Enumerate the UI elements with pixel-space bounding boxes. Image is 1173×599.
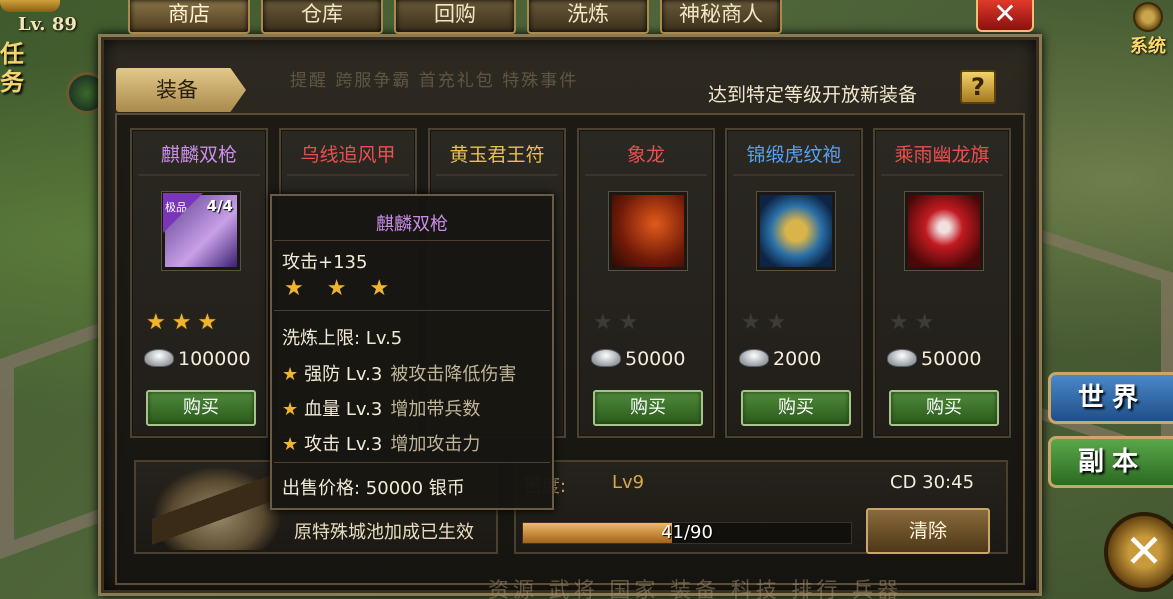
tab-mystery-merchant[interactable]: 神秘商人 [660, 0, 782, 34]
attribute-name: 血量 Lv.3 [304, 399, 383, 420]
star-icon: ★ [282, 399, 299, 420]
buy-button[interactable]: 购买 [741, 390, 851, 426]
item-name: 乘雨幽龙旗 [894, 144, 990, 166]
star-icon: ★ [618, 310, 645, 335]
divider [274, 240, 550, 241]
star-icon: ★ [766, 310, 793, 335]
silver-icon [144, 349, 174, 367]
buy-button[interactable]: 购买 [889, 390, 999, 426]
buy-button[interactable]: 购买 [146, 390, 256, 426]
background-menu-text: 提醒 跨服争霸 首充礼包 特殊事件 [290, 71, 579, 91]
star-rating: ★★ [889, 310, 940, 335]
silver-icon [591, 349, 621, 367]
star-icon: ★ [914, 310, 941, 335]
attribute-effect: 增加带兵数 [390, 399, 481, 420]
tooltip-attribute: ★ 强防 Lv.3 被攻击降低伤害 [282, 360, 516, 386]
item-price: 50000 [887, 348, 1005, 370]
divider [733, 174, 855, 176]
city-icon [152, 466, 282, 550]
buy-button[interactable]: 购买 [593, 390, 703, 426]
horse-icon[interactable] [609, 192, 687, 270]
world-button[interactable]: 世界 [1048, 372, 1173, 424]
price-value: 2000 [773, 348, 822, 370]
item-card-6[interactable]: 乘雨幽龙旗 ★★ 50000 购买 [873, 128, 1011, 438]
bottom-menu-text: 资源 武将 国家 装备 科技 排行 兵器 [488, 578, 903, 599]
tooltip-attribute: ★ 血量 Lv.3 增加带兵数 [282, 395, 480, 421]
silver-icon [887, 349, 917, 367]
player-level: Lv. 89 [18, 14, 77, 35]
city-bonus-text: 原特殊城池加成已生效 [294, 522, 474, 543]
star-rating: ★★★ [146, 310, 223, 335]
gold-badge [0, 0, 60, 12]
dungeon-button[interactable]: 副本 [1048, 436, 1173, 488]
scroll-icon[interactable] [757, 192, 835, 270]
gear-icon [1133, 2, 1163, 32]
tooltip-stars: ★ ★ ★ [284, 276, 398, 301]
divider [881, 174, 1003, 176]
help-icon[interactable]: ? [960, 70, 996, 104]
item-card-5[interactable]: 锦缎虎纹袍 ★★ 2000 购买 [725, 128, 863, 438]
tab-shop[interactable]: 商店 [128, 0, 250, 34]
item-card-1[interactable]: 麒麟双枪 极品 4/4 ★★★ 100000 购买 [130, 128, 268, 438]
tooltip-sell-price: 出售价格: 50000 银币 [282, 478, 465, 499]
tooltip-attribute: ★ 攻击 Lv.3 增加攻击力 [282, 430, 480, 456]
section-hint: 达到特定等级开放新装备 [708, 84, 918, 106]
star-icon: ★ [741, 310, 767, 335]
item-name: 象龙 [626, 144, 665, 166]
star-icon: ★ [593, 310, 619, 335]
star-icon: ★ [146, 310, 172, 335]
item-card-4[interactable]: 象龙 ★★ 50000 购买 [577, 128, 715, 438]
clear-button[interactable]: 清除 [866, 508, 990, 554]
item-tooltip: 麒麟双枪 攻击+135 ★ ★ ★ 洗炼上限: Lv.5 ★ 强防 Lv.3 被攻击… [270, 194, 554, 510]
star-rating: ★★ [593, 310, 644, 335]
divider [274, 462, 550, 463]
star-icon: ★ [282, 434, 299, 455]
rarity-badge: 极品 [163, 193, 203, 233]
divider [436, 174, 558, 176]
item-name: 锦缎虎纹袍 [746, 144, 842, 166]
divider [585, 174, 707, 176]
divider [287, 174, 409, 176]
system-label: 系统 [1130, 36, 1166, 57]
refine-count: 4/4 [206, 197, 233, 215]
item-price: 100000 [144, 348, 262, 370]
item-name: 乌线追风甲 [300, 144, 396, 166]
progress-text: 41/90 [661, 522, 713, 543]
tooltip-refine-limit: 洗炼上限: Lv.5 [282, 328, 403, 349]
silver-icon [739, 349, 769, 367]
cooldown-text: CD 30:45 [890, 472, 975, 493]
attribute-name: 强防 Lv.3 [304, 364, 383, 385]
prosperity-value: Lv9 [612, 472, 645, 493]
tab-buyback[interactable]: 回购 [394, 0, 516, 34]
attribute-name: 攻击 Lv.3 [304, 434, 383, 455]
tooltip-title: 麒麟双枪 [376, 214, 448, 235]
price-value: 100000 [178, 348, 251, 370]
star-icon: ★ [889, 310, 915, 335]
section-title: 装备 [116, 68, 246, 112]
divider [274, 310, 550, 311]
item-price: 50000 [591, 348, 709, 370]
attribute-effect: 被攻击降低伤害 [390, 364, 517, 385]
item-name: 黄玉君王符 [449, 144, 545, 166]
star-rating: ★★ [741, 310, 792, 335]
tooltip-attack: 攻击+135 [282, 252, 368, 273]
star-icon: ★ [197, 310, 224, 335]
price-value: 50000 [625, 348, 686, 370]
task-button[interactable]: 任务 [0, 40, 48, 130]
star-icon: ★ [171, 310, 198, 335]
divider [138, 174, 260, 176]
item-name: 麒麟双枪 [160, 144, 237, 166]
price-value: 50000 [921, 348, 982, 370]
flag-icon[interactable] [905, 192, 983, 270]
tab-warehouse[interactable]: 仓库 [261, 0, 383, 34]
close-button[interactable]: ✕ [976, 0, 1034, 32]
item-price: 2000 [739, 348, 857, 370]
tab-refine[interactable]: 洗炼 [527, 0, 649, 34]
task-label: 任务 [0, 40, 24, 96]
star-icon: ★ [282, 364, 299, 385]
attribute-effect: 增加攻击力 [390, 434, 481, 455]
axe-icon[interactable]: 极品 4/4 [162, 192, 240, 270]
system-button[interactable]: 系统 [1123, 0, 1173, 57]
